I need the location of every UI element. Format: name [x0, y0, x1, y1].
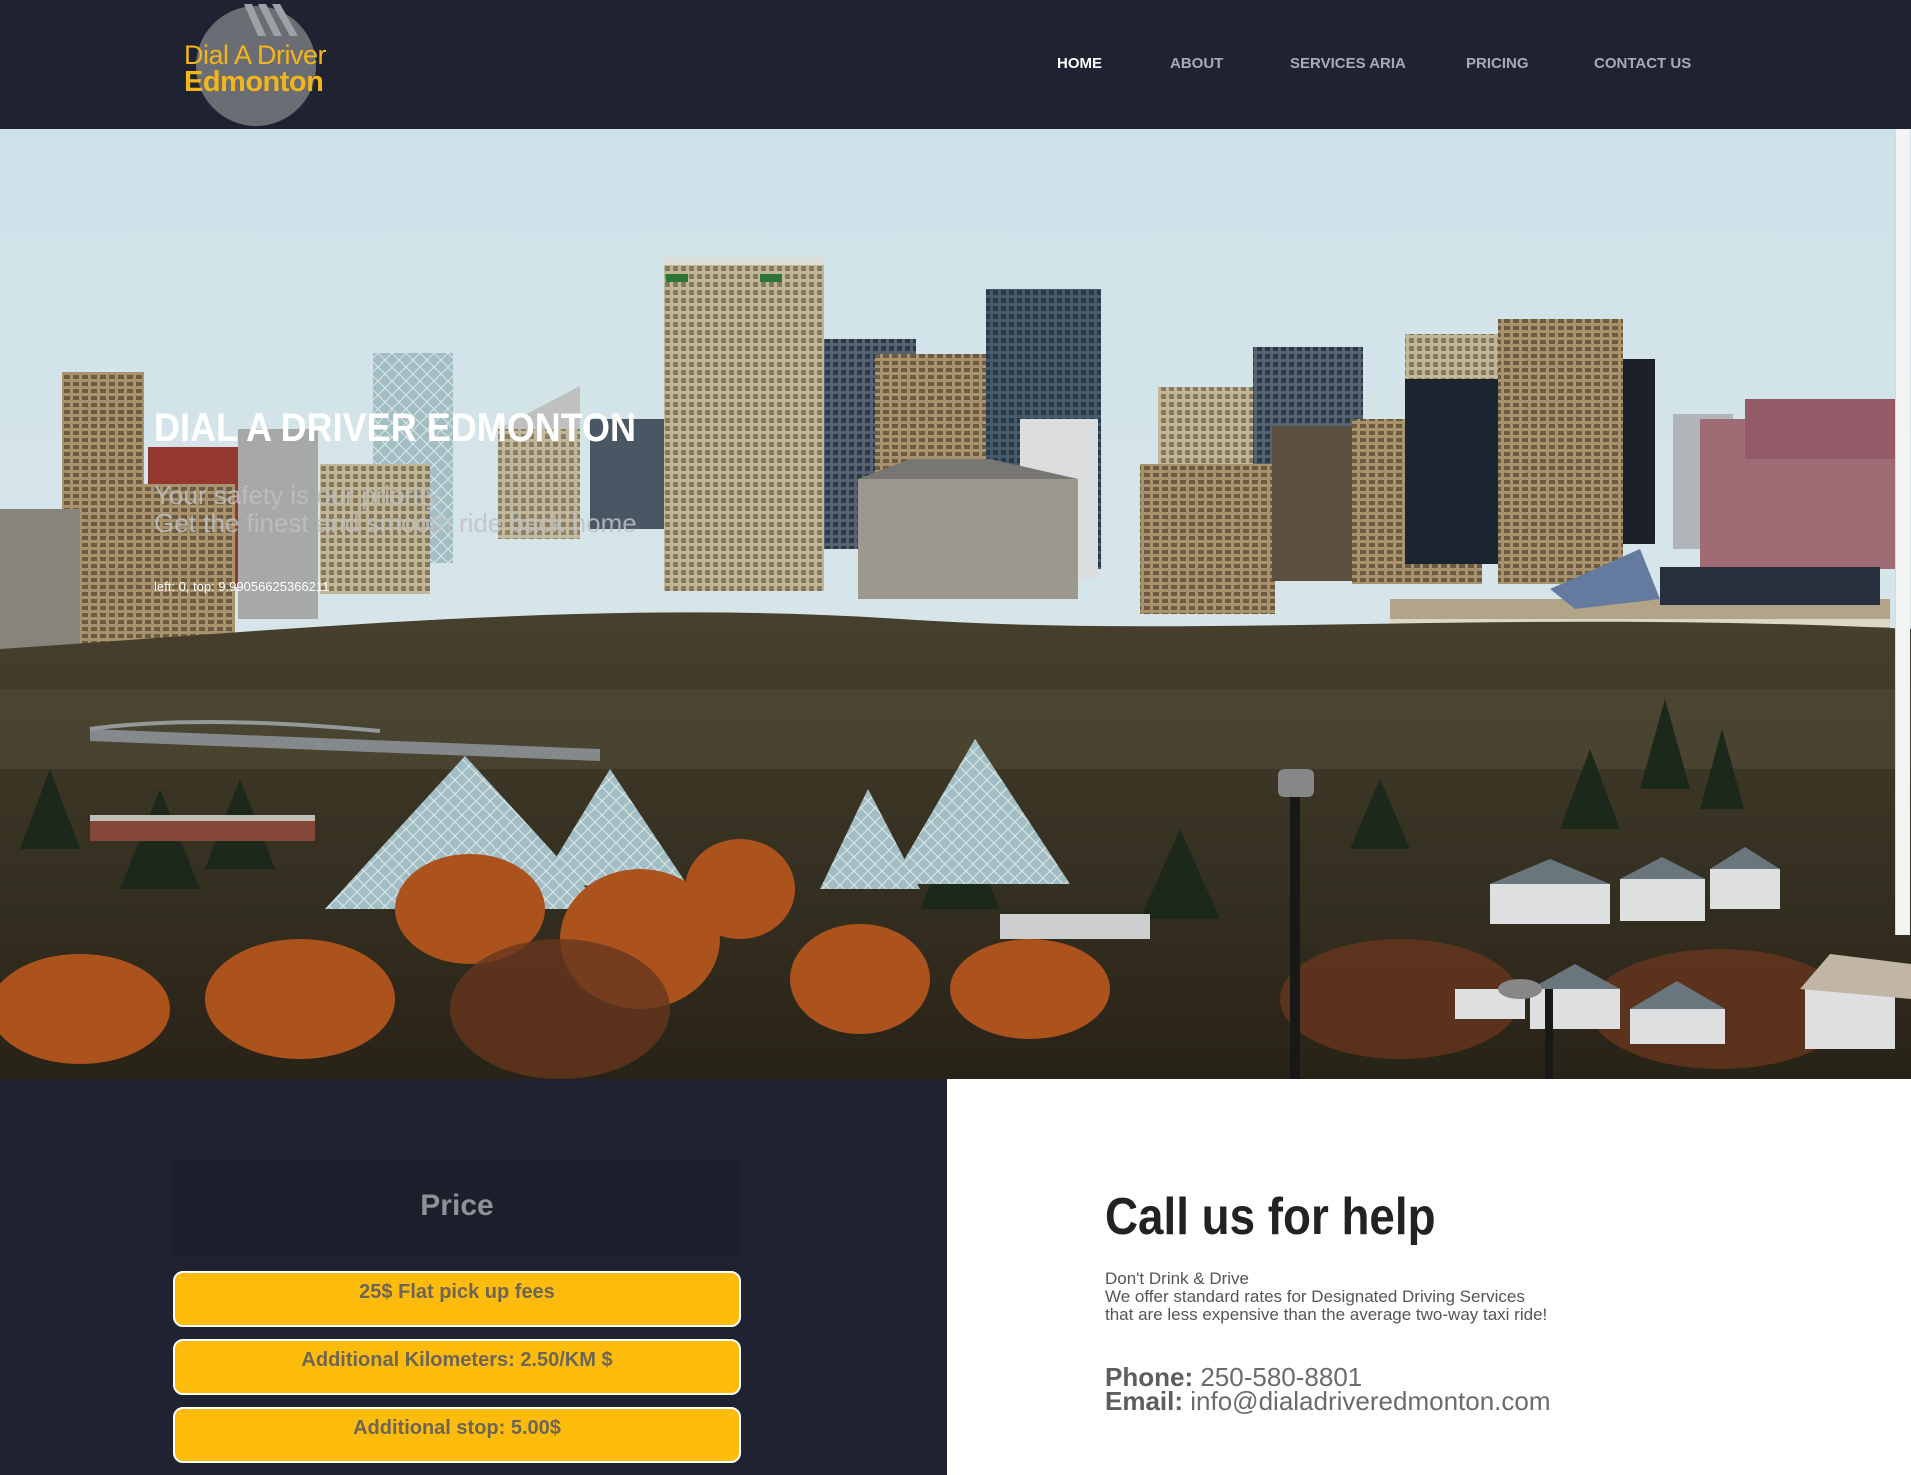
contact-title: Call us for help	[1105, 1188, 1436, 1246]
price-item-stop[interactable]: Additional stop: 5.00$	[173, 1407, 741, 1463]
logo-text-line2: Edmonton	[184, 66, 324, 98]
contact-section: Call us for help Don't Drink & Drive We …	[947, 1079, 1911, 1475]
contact-email[interactable]: Email: info@dialadriveredmonton.com	[1105, 1386, 1551, 1417]
hero-subtitle: Your safety is our priority. Get the fin…	[154, 481, 637, 537]
site-header: Dial A Driver Edmonton HOME ABOUT SERVIC…	[0, 0, 1911, 129]
site-logo[interactable]: Dial A Driver Edmonton	[182, 4, 332, 126]
contact-text-line1: Don't Drink & Drive	[1105, 1269, 1250, 1288]
contact-text-line2: We offer standard rates for Designated D…	[1105, 1287, 1525, 1306]
logo-stripes-icon	[244, 4, 298, 36]
hero-skyline-image	[0, 129, 1911, 1079]
hero-subtitle-line1: Your safety is our priority.	[154, 480, 445, 510]
hero-subtitle-line2: Get the finest and smooth ride back home	[154, 508, 637, 538]
price-header: Price	[173, 1161, 741, 1257]
scrollbar[interactable]	[1895, 129, 1910, 935]
contact-text-line3: that are less expensive than the average…	[1105, 1305, 1548, 1324]
nav-services-aria[interactable]: SERVICES ARIA	[1290, 55, 1406, 72]
nav-pricing[interactable]: PRICING	[1466, 55, 1529, 72]
nav-contact-us[interactable]: CONTACT US	[1594, 55, 1691, 72]
hero-debug-text: left: 0, top: 9.99056625366211	[154, 579, 330, 594]
price-title: Price	[420, 1189, 494, 1222]
price-item-pickup[interactable]: 25$ Flat pick up fees	[173, 1271, 741, 1327]
nav-home[interactable]: HOME	[1057, 55, 1102, 72]
email-label: Email:	[1105, 1386, 1184, 1416]
price-item-kilometers[interactable]: Additional Kilometers: 2.50/KM $	[173, 1339, 741, 1395]
price-panel: Price 25$ Flat pick up fees Additional K…	[0, 1079, 947, 1475]
email-value[interactable]: info@dialadriveredmonton.com	[1190, 1386, 1550, 1416]
hero-banner: DIAL A DRIVER EDMONTON Your safety is ou…	[0, 129, 1911, 1079]
nav-about[interactable]: ABOUT	[1170, 55, 1223, 72]
hero-title: DIAL A DRIVER EDMONTON	[154, 406, 637, 450]
